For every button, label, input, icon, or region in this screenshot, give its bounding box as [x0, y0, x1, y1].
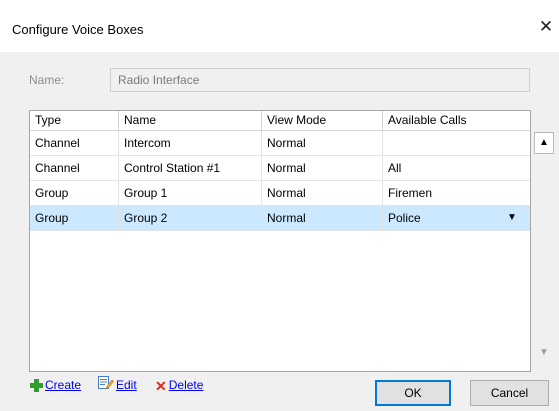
column-header-type[interactable]: Type	[30, 111, 119, 130]
cell-available-calls: All	[388, 161, 402, 175]
close-icon[interactable]: ✕	[536, 16, 556, 38]
delete-x-icon: ✕	[155, 377, 167, 394]
title-bar: Configure Voice Boxes ✕	[0, 0, 559, 52]
scroll-down-icon[interactable]: ▼	[534, 342, 554, 364]
table-row[interactable]: Channel Control Station #1 Normal All	[30, 156, 530, 181]
edit-label: Edit	[116, 378, 137, 392]
cell-view-mode: Normal	[262, 131, 383, 155]
vertical-scrollbar[interactable]: ▲ ▼	[534, 132, 554, 372]
table-row-selected[interactable]: Group Group 2 Normal Police ▼	[30, 206, 530, 231]
column-header-name[interactable]: Name	[119, 111, 262, 130]
dialog-title: Configure Voice Boxes	[12, 22, 144, 37]
plus-icon	[30, 379, 43, 393]
delete-label: Delete	[168, 378, 204, 392]
cell-available-calls: Firemen	[388, 186, 433, 200]
delete-link[interactable]: ✕ Delete	[155, 376, 203, 394]
cell-name: Group 2	[119, 206, 262, 230]
column-header-available-calls[interactable]: Available Calls	[383, 111, 530, 130]
cell-name: Control Station #1	[119, 156, 262, 180]
cell-view-mode: Normal	[262, 206, 383, 230]
table-row[interactable]: Channel Intercom Normal	[30, 131, 530, 156]
edit-link[interactable]: Edit	[98, 376, 137, 394]
cell-type: Group	[30, 206, 119, 230]
cell-view-mode: Normal	[262, 156, 383, 180]
cell-type: Channel	[30, 156, 119, 180]
cell-type: Group	[30, 181, 119, 205]
cancel-button[interactable]: Cancel	[470, 380, 549, 406]
cell-type: Channel	[30, 131, 119, 155]
cell-name: Intercom	[119, 131, 262, 155]
cell-available-calls	[383, 131, 530, 155]
create-link[interactable]: Create	[30, 376, 81, 394]
voice-box-grid: Type Name View Mode Available Calls Chan…	[29, 110, 531, 372]
edit-icon	[98, 376, 114, 395]
column-header-view-mode[interactable]: View Mode	[262, 111, 383, 130]
cell-view-mode: Normal	[262, 181, 383, 205]
grid-header: Type Name View Mode Available Calls	[30, 111, 530, 131]
table-row[interactable]: Group Group 1 Normal Firemen	[30, 181, 530, 206]
name-field	[110, 68, 530, 92]
chevron-down-icon[interactable]: ▼	[501, 209, 523, 227]
cell-name: Group 1	[119, 181, 262, 205]
scroll-up-icon[interactable]: ▲	[534, 132, 554, 154]
ok-button[interactable]: OK	[375, 380, 451, 406]
create-label: Create	[45, 378, 82, 392]
name-label: Name:	[29, 73, 65, 87]
